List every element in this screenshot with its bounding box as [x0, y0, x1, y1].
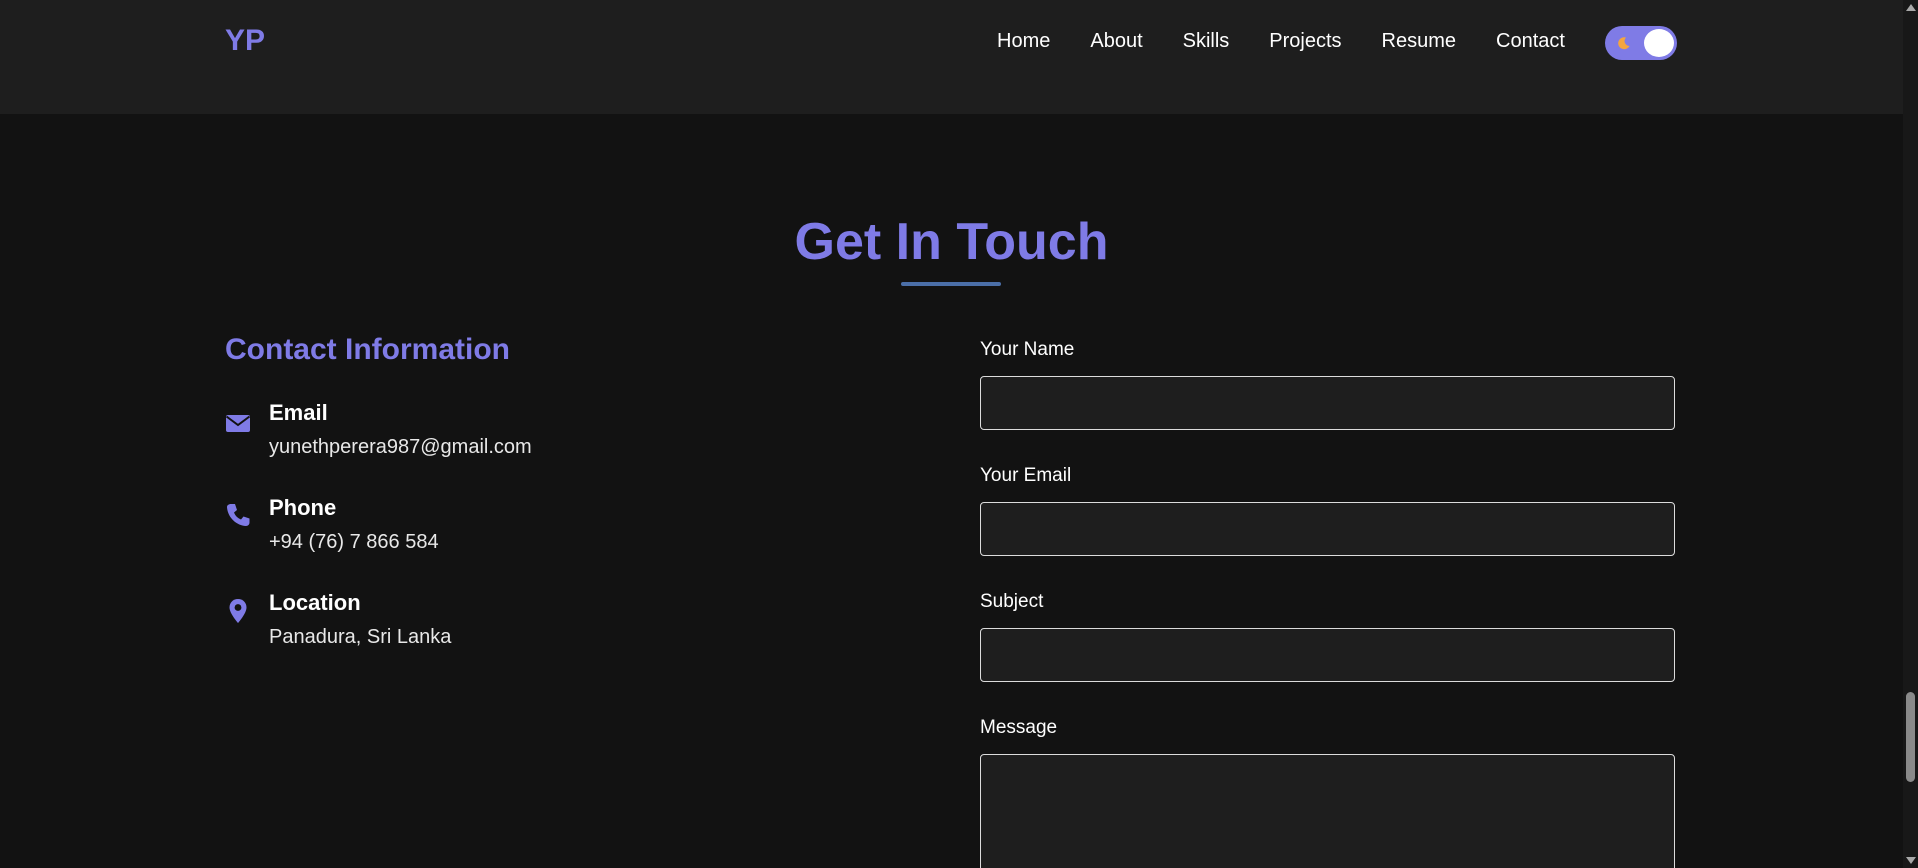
name-field[interactable]: [980, 376, 1675, 430]
title-underline: [901, 282, 1001, 286]
email-field-label: Your Email: [980, 465, 1072, 486]
contact-info-heading: Contact Information: [225, 333, 510, 366]
page-scrollbar[interactable]: [1903, 0, 1918, 868]
theme-toggle[interactable]: [1605, 26, 1677, 60]
toggle-knob: [1644, 29, 1674, 57]
phone-icon: [227, 504, 250, 526]
location-pin-icon: [229, 599, 247, 623]
contact-item-title: Location: [269, 590, 361, 615]
nav-links: Home About Skills Projects Resume Contac…: [997, 30, 1565, 53]
subject-field-label: Subject: [980, 591, 1044, 612]
section-title: Get In Touch: [794, 213, 1109, 271]
nav-link-home[interactable]: Home: [997, 30, 1050, 53]
email-value: yunethperera987@gmail.com: [269, 436, 532, 458]
email-field[interactable]: [980, 502, 1675, 556]
phone-value: +94 (76) 7 866 584: [269, 531, 439, 553]
contact-item-title: Phone: [269, 495, 337, 520]
nav-link-projects[interactable]: Projects: [1269, 30, 1341, 53]
scroll-up-arrow[interactable]: [1906, 4, 1916, 11]
contact-item-title: Email: [269, 400, 328, 425]
subject-field[interactable]: [980, 628, 1675, 682]
nav-link-about[interactable]: About: [1090, 30, 1142, 53]
nav-link-skills[interactable]: Skills: [1183, 30, 1230, 53]
message-field[interactable]: [980, 754, 1675, 868]
navbar: YP Home About Skills Projects Resume Con…: [0, 0, 1903, 114]
message-field-label: Message: [980, 717, 1058, 738]
envelope-icon: [225, 415, 251, 432]
nav-link-contact[interactable]: Contact: [1496, 30, 1565, 53]
scroll-thumb[interactable]: [1906, 692, 1915, 782]
nav-link-resume[interactable]: Resume: [1382, 30, 1456, 53]
site-logo[interactable]: YP: [225, 24, 265, 58]
scroll-down-arrow[interactable]: [1906, 857, 1916, 864]
moon-icon: [1618, 37, 1630, 50]
name-field-label: Your Name: [980, 339, 1075, 360]
location-value: Panadura, Sri Lanka: [269, 626, 452, 648]
